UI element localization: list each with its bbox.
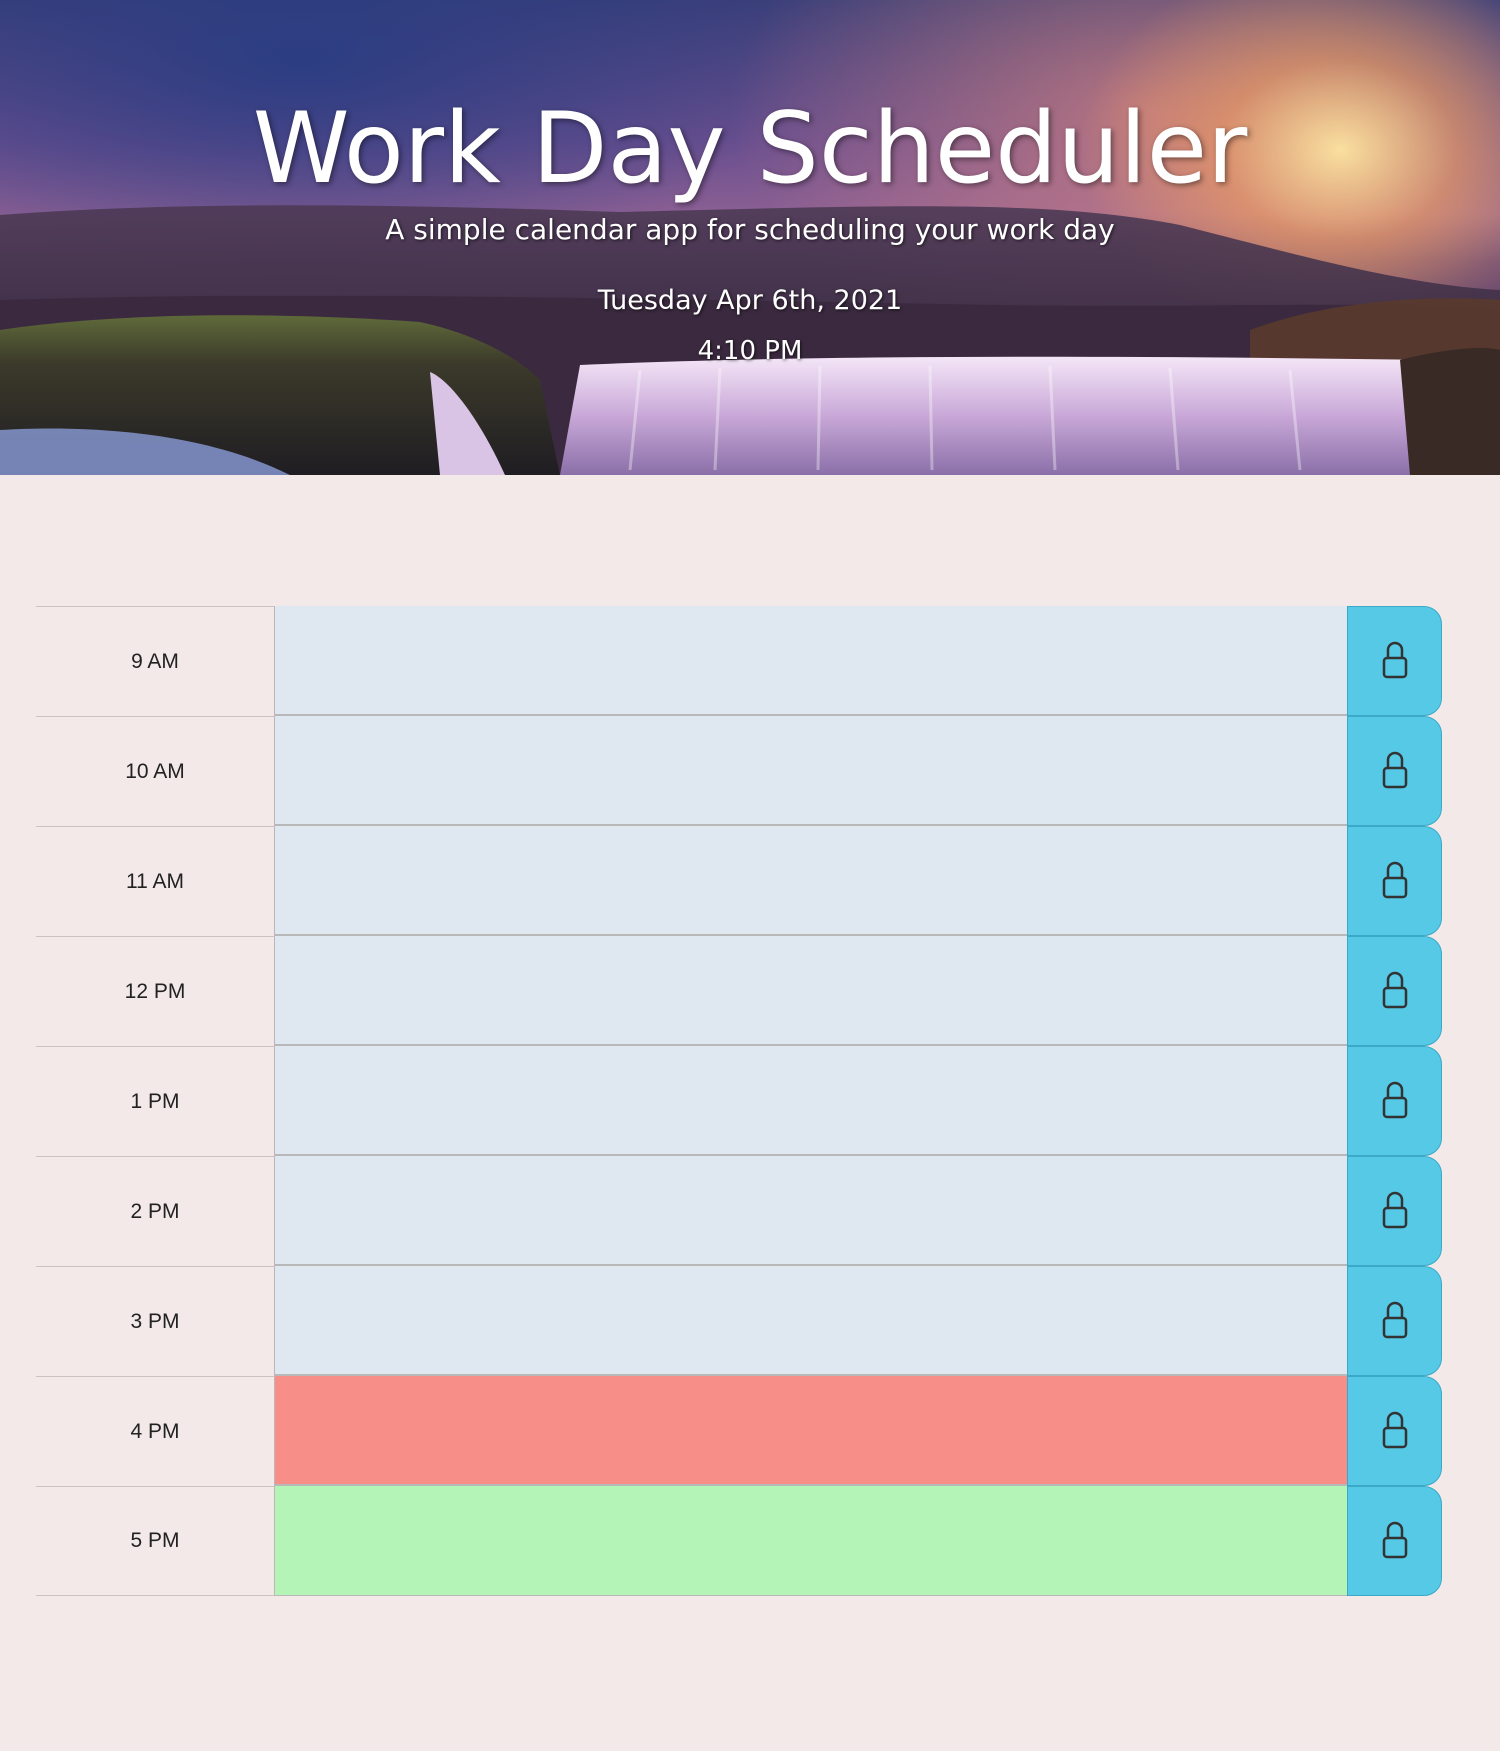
lock-icon (1381, 970, 1409, 1013)
lock-icon (1381, 860, 1409, 903)
event-description-input[interactable] (275, 1156, 1347, 1266)
hour-label: 5 PM (36, 1486, 275, 1596)
time-block-row: 11 AM (36, 826, 1442, 936)
save-button[interactable] (1347, 1376, 1442, 1486)
time-block-row: 3 PM (36, 1266, 1442, 1376)
event-description-input[interactable] (275, 1486, 1347, 1596)
jumbotron-header: Work Day Scheduler A simple calendar app… (0, 0, 1500, 475)
page-title: Work Day Scheduler (252, 92, 1248, 206)
save-button[interactable] (1347, 1046, 1442, 1156)
lock-icon (1381, 1410, 1409, 1453)
save-button[interactable] (1347, 716, 1442, 826)
save-button[interactable] (1347, 1266, 1442, 1376)
hour-label: 9 AM (36, 606, 275, 716)
time-block-row: 5 PM (36, 1486, 1442, 1596)
time-block-row: 4 PM (36, 1376, 1442, 1486)
hour-label: 10 AM (36, 716, 275, 826)
lock-icon (1381, 1520, 1409, 1563)
save-button[interactable] (1347, 936, 1442, 1046)
event-description-input[interactable] (275, 936, 1347, 1046)
current-time: 4:10 PM (697, 336, 803, 366)
event-description-input[interactable] (275, 1046, 1347, 1156)
hour-label: 11 AM (36, 826, 275, 936)
hour-label: 2 PM (36, 1156, 275, 1266)
save-button[interactable] (1347, 1156, 1442, 1266)
time-block-row: 2 PM (36, 1156, 1442, 1266)
time-block-row: 12 PM (36, 936, 1442, 1046)
event-description-input[interactable] (275, 716, 1347, 826)
save-button[interactable] (1347, 606, 1442, 716)
event-description-input[interactable] (275, 826, 1347, 936)
hour-label: 12 PM (36, 936, 275, 1046)
hour-label: 4 PM (36, 1376, 275, 1486)
save-button[interactable] (1347, 1486, 1442, 1596)
event-description-input[interactable] (275, 606, 1347, 716)
time-block-row: 1 PM (36, 1046, 1442, 1156)
hour-label: 3 PM (36, 1266, 275, 1376)
event-description-input[interactable] (275, 1266, 1347, 1376)
lock-icon (1381, 1300, 1409, 1343)
current-date: Tuesday Apr 6th, 2021 (597, 285, 903, 316)
lock-icon (1381, 1190, 1409, 1233)
save-button[interactable] (1347, 826, 1442, 936)
page-subtitle: A simple calendar app for scheduling you… (385, 213, 1115, 246)
hour-label: 1 PM (36, 1046, 275, 1156)
lock-icon (1381, 750, 1409, 793)
lock-icon (1381, 640, 1409, 683)
lock-icon (1381, 1080, 1409, 1123)
schedule-container: 9 AM 10 AM 11 AM 12 PM 1 PM 2 PM 3 PM 4 … (36, 606, 1442, 1596)
time-block-row: 10 AM (36, 716, 1442, 826)
event-description-input[interactable] (275, 1376, 1347, 1486)
time-block-row: 9 AM (36, 606, 1442, 716)
